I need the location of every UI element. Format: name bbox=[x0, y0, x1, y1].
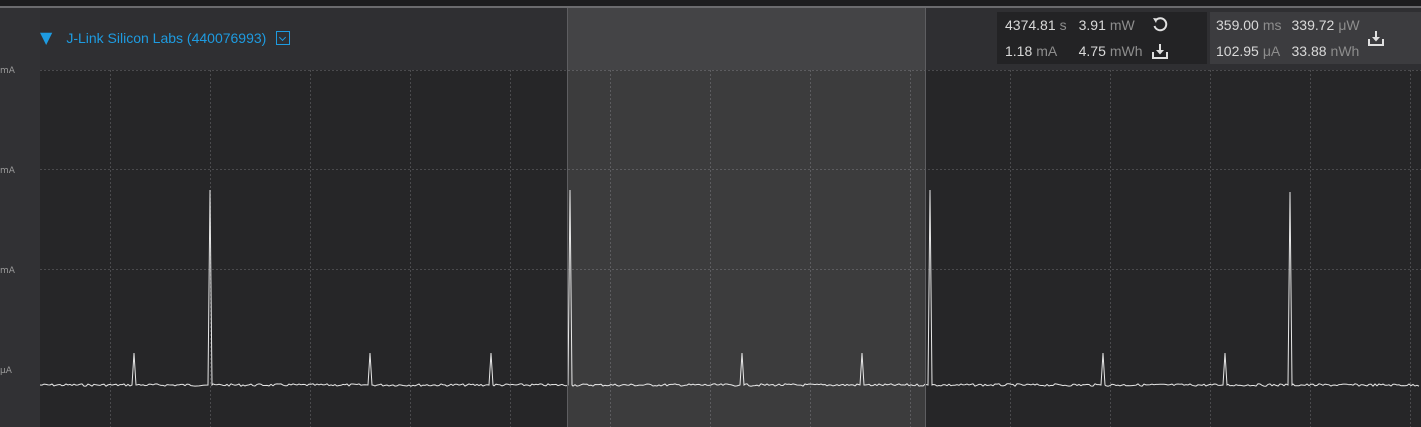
total-stats-panel: 4374.81 s 1.18 mA 3.91 mW 4.75 mWh bbox=[997, 12, 1207, 64]
selection-power-unit: μW bbox=[1338, 17, 1360, 33]
device-label[interactable]: J-Link Silicon Labs (440076993) bbox=[66, 30, 266, 46]
avg-power-unit: mW bbox=[1109, 17, 1135, 33]
reset-icon[interactable] bbox=[1151, 16, 1169, 34]
y-tick-label: mA bbox=[0, 166, 15, 176]
avg-current-value: 1.18 bbox=[1005, 43, 1033, 59]
device-selector[interactable]: ▼ J-Link Silicon Labs (440076993) bbox=[40, 30, 291, 46]
avg-power-value: 3.91 bbox=[1078, 17, 1106, 33]
total-time-value: 4374.81 bbox=[1005, 17, 1056, 33]
selection-power-value: 339.72 bbox=[1291, 17, 1335, 33]
selection-duration-unit: ms bbox=[1262, 17, 1282, 33]
selection-current-value: 102.95 bbox=[1216, 43, 1259, 59]
avg-current-unit: mA bbox=[1036, 43, 1058, 59]
selection-energy-value: 33.88 bbox=[1291, 43, 1327, 59]
total-time-unit: s bbox=[1059, 17, 1067, 33]
selection-stats-panel: 359.00 ms 102.95 μA 339.72 μW 33.88 nWh bbox=[1210, 12, 1421, 64]
time-selection-region[interactable] bbox=[567, 8, 926, 427]
collapse-triangle-icon[interactable]: ▼ bbox=[40, 30, 52, 46]
y-tick-label: μA bbox=[0, 366, 12, 376]
y-tick-label: mA bbox=[0, 266, 15, 276]
total-energy-value: 4.75 bbox=[1078, 43, 1106, 59]
selection-energy-unit: nWh bbox=[1330, 43, 1360, 59]
chevron-down-icon[interactable] bbox=[276, 31, 291, 45]
y-axis-gutter: mA mA mA μA bbox=[0, 8, 40, 427]
export-selection-icon[interactable] bbox=[1367, 29, 1385, 47]
export-icon[interactable] bbox=[1151, 42, 1169, 60]
y-tick-label: mA bbox=[0, 66, 15, 76]
selection-current-unit: μA bbox=[1262, 43, 1281, 59]
total-energy-unit: mWh bbox=[1109, 43, 1143, 59]
selection-duration-value: 359.00 bbox=[1216, 17, 1259, 33]
